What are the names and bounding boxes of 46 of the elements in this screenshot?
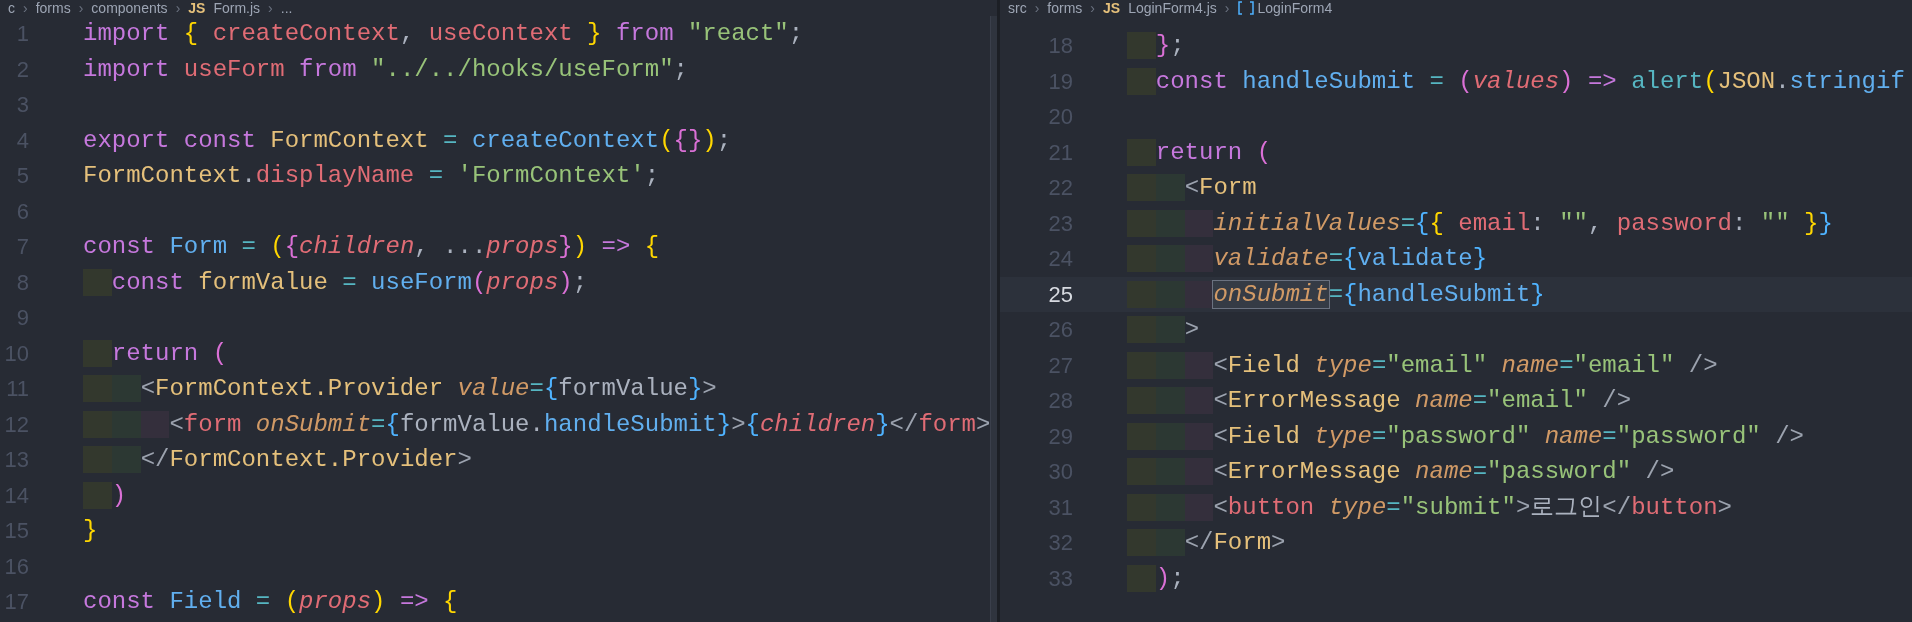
- code-line: FormContext.displayName = 'FormContext';: [83, 161, 660, 191]
- breadcrumb-item[interactable]: ...: [280, 0, 293, 16]
- symbol-icon: [1237, 1, 1254, 15]
- breadcrumb-separator: ›: [175, 0, 181, 16]
- code-line: export const FormContext = createContext({});: [83, 125, 732, 156]
- breadcrumb-separator: ›: [1034, 0, 1040, 16]
- breadcrumb-separator: ›: [268, 0, 273, 16]
- breadcrumb-item[interactable]: JS LoginForm4.js: [1103, 0, 1217, 16]
- code-line: </Form>: [1127, 525, 1286, 561]
- code-line: return (: [83, 335, 228, 371]
- code-line: }: [83, 516, 98, 546]
- breadcrumb-item[interactable]: forms: [35, 0, 71, 16]
- code-line: const formValue = useForm(props);: [83, 264, 588, 300]
- breadcrumb-item[interactable]: components: [91, 0, 168, 16]
- breadcrumb-separator: ›: [1090, 0, 1095, 16]
- code-line: initialValues={{ email: "", password: "" }}: [1127, 205, 1833, 241]
- code-line: validate={validate}: [1127, 241, 1488, 277]
- code-line: <ErrorMessage name="password" />: [1127, 454, 1675, 490]
- breadcrumb-item[interactable]: c: [8, 0, 15, 16]
- breadcrumb-item[interactable]: forms: [1047, 0, 1083, 16]
- code-line: <form onSubmit={formValue.handleSubmit}>{children}</form>: [83, 406, 991, 442]
- code-line: import { createContext, useContext } from "react";: [83, 19, 804, 49]
- code-line: const handleSubmit = (values) => alert(JSON.stringif: [1127, 63, 1905, 99]
- breadcrumb-item[interactable]: src: [1008, 0, 1027, 16]
- code-line: onSubmit={handleSubmit}: [1127, 276, 1545, 312]
- code-line: const Form = ({children, ...props}) => {: [83, 232, 660, 262]
- breadcrumb-separator: ›: [23, 0, 28, 16]
- code-line: <Form: [1127, 170, 1257, 206]
- code-line: >: [1127, 312, 1200, 348]
- line-number: 25: [1047, 280, 1073, 309]
- code-line: <Field type="email" name="email" />: [1127, 347, 1718, 383]
- code-line: <Field type="password" name="password" />: [1127, 418, 1804, 454]
- breadcrumb-separator: ›: [78, 0, 84, 16]
- code-line: import useForm from "../../hooks/useForm";: [83, 54, 688, 85]
- code-line: <FormContext.Provider value={formValue}>: [83, 371, 717, 407]
- breadcrumb-item[interactable]: JS Form.js: [188, 0, 261, 16]
- code-line: return (: [1127, 134, 1272, 170]
- scrollbar[interactable]: [990, 16, 997, 622]
- breadcrumb-separator: ›: [1224, 0, 1230, 16]
- code-line: const Field = (props) => {: [83, 587, 458, 617]
- breadcrumb-item[interactable]: LoginForm4: [1257, 0, 1333, 16]
- code-line: };: [1127, 28, 1185, 64]
- code-line: <ErrorMessage name="email" />: [1127, 383, 1632, 419]
- code-line: );: [1127, 560, 1185, 596]
- code-line: <button type="submit">로그인</button>: [1127, 489, 1732, 525]
- code-line: </FormContext.Provider>: [83, 442, 472, 478]
